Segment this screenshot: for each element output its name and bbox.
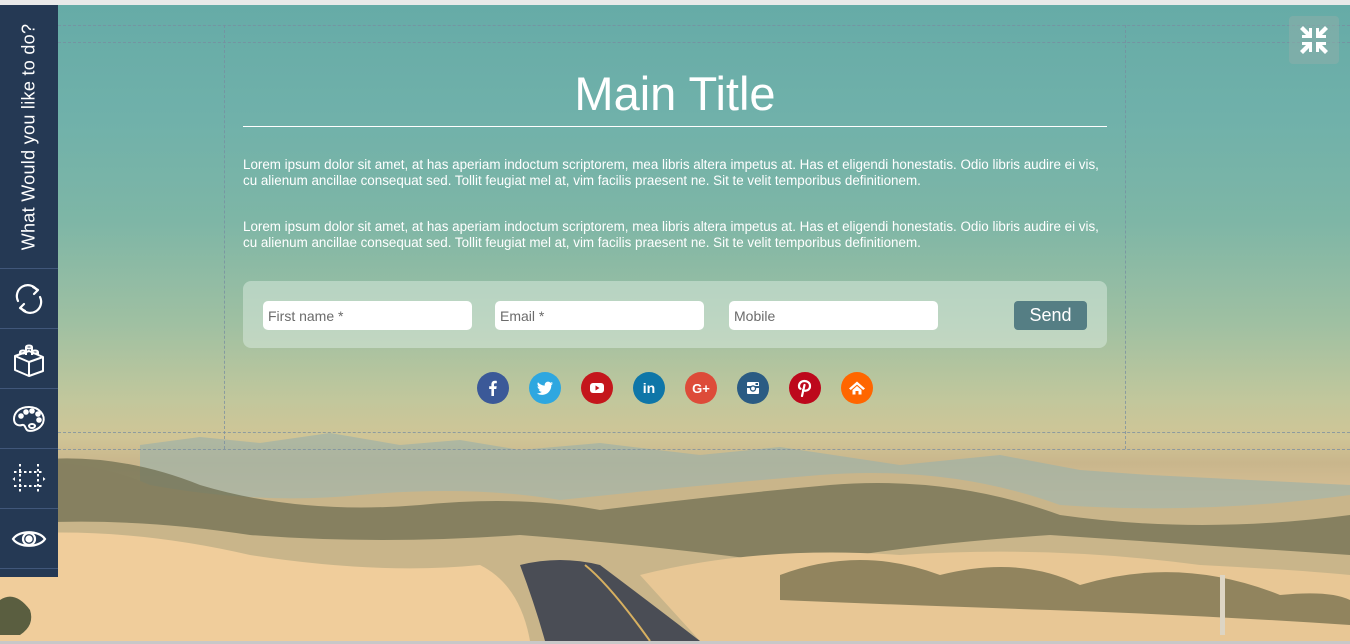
sidebar-item-preview[interactable]	[0, 510, 58, 569]
contact-form: Send	[243, 281, 1107, 348]
title-divider	[243, 126, 1107, 127]
facebook-icon	[489, 380, 497, 396]
layout-guide-bottom-inner	[58, 432, 1350, 433]
social-twitter-link[interactable]	[529, 372, 561, 404]
editor-sidebar: What Would you like to do?	[0, 5, 58, 577]
social-google-plus-link[interactable]: G+	[685, 372, 717, 404]
intro-paragraph-2: Lorem ipsum dolor sit amet, at has aperi…	[243, 219, 1099, 250]
layout-guide-bottom	[58, 449, 1350, 450]
lego-block-icon	[14, 344, 44, 377]
pinterest-icon	[797, 379, 812, 397]
sidebar-item-refresh[interactable]	[0, 270, 58, 329]
layout-guide-right	[1125, 25, 1126, 449]
home-icon	[849, 381, 865, 395]
sidebar-item-spacing[interactable]	[0, 450, 58, 509]
sidebar-title-text: What Would you like to do?	[18, 23, 39, 251]
social-linkedin-link[interactable]: in	[633, 372, 665, 404]
sidebar-title: What Would you like to do?	[0, 5, 58, 269]
layout-guide-top-inner	[58, 42, 1350, 43]
send-button[interactable]: Send	[1014, 301, 1087, 330]
social-pinterest-link[interactable]	[789, 372, 821, 404]
sidebar-item-palette[interactable]	[0, 390, 58, 449]
social-links: in G+	[477, 372, 873, 404]
spacing-guides-icon	[12, 464, 46, 494]
desert-landscape-background	[0, 433, 1350, 641]
twitter-icon	[536, 381, 553, 395]
refresh-icon	[15, 284, 43, 314]
page-title: Main Title	[574, 67, 776, 120]
collapse-fullscreen-button[interactable]	[1289, 16, 1339, 64]
social-facebook-link[interactable]	[477, 372, 509, 404]
palette-icon	[12, 405, 45, 432]
linkedin-icon: in	[642, 380, 656, 396]
compress-arrows-icon	[1300, 26, 1328, 54]
eye-icon	[11, 531, 47, 547]
sidebar-item-blocks[interactable]	[0, 330, 58, 389]
mobile-input[interactable]	[729, 301, 938, 330]
social-youtube-link[interactable]	[581, 372, 613, 404]
youtube-icon	[590, 383, 604, 393]
first-name-input[interactable]	[263, 301, 472, 330]
layout-guide-top	[58, 25, 1350, 26]
google-plus-icon: G+	[692, 380, 710, 396]
social-home-link[interactable]	[841, 372, 873, 404]
email-input[interactable]	[495, 301, 704, 330]
layout-guide-left	[224, 25, 225, 449]
intro-paragraph-1: Lorem ipsum dolor sit amet, at has aperi…	[243, 157, 1099, 188]
social-instagram-link[interactable]	[737, 372, 769, 404]
instagram-icon	[747, 382, 759, 394]
